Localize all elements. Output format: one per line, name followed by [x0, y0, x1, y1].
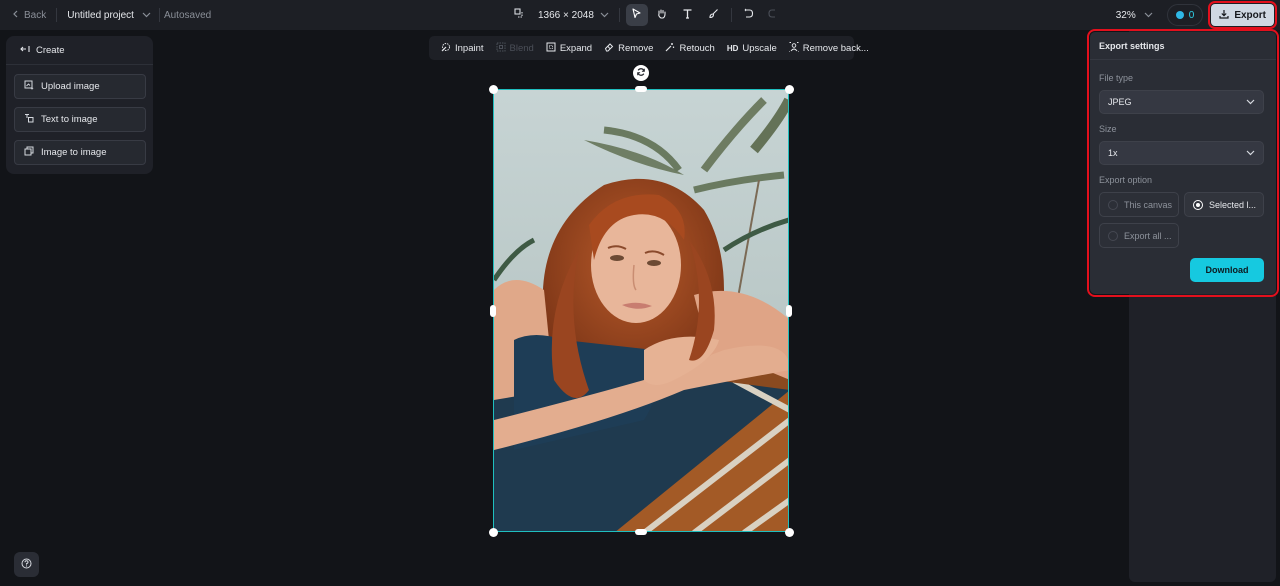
chevron-down-icon — [1246, 148, 1255, 158]
portrait-photo — [494, 90, 788, 531]
size-select[interactable]: 1x — [1099, 141, 1264, 165]
export-button[interactable]: Export — [1208, 1, 1277, 29]
remove-button[interactable]: Remove — [598, 36, 659, 60]
rotate-icon — [636, 64, 646, 82]
resize-handle-top-right[interactable] — [785, 85, 794, 94]
expand-icon — [546, 42, 556, 55]
undo-button[interactable] — [738, 4, 760, 26]
create-panel-title: Create — [36, 44, 65, 56]
divider — [730, 8, 732, 22]
image-to-image-button[interactable]: Image to image — [14, 140, 146, 165]
resize-handle-bottom-right[interactable] — [785, 528, 794, 537]
eraser-icon — [604, 42, 614, 55]
export-settings-title: Export settings — [1090, 32, 1276, 60]
blend-button[interactable]: Blend — [490, 36, 540, 60]
radio-icon — [1108, 199, 1118, 210]
resize-handle-bottom[interactable] — [635, 529, 647, 535]
help-icon — [21, 556, 32, 574]
magic-wand-icon — [665, 42, 675, 55]
collapse-left-icon — [20, 45, 30, 56]
cursor-arrow-icon — [631, 8, 642, 22]
divider — [158, 8, 160, 22]
file-type-select[interactable]: JPEG — [1099, 90, 1264, 114]
hand-tool[interactable] — [651, 4, 673, 26]
canvas-image[interactable] — [493, 89, 789, 532]
chevron-down-icon — [142, 10, 151, 21]
remove-background-icon — [789, 41, 799, 55]
resize-canvas-button[interactable] — [508, 4, 530, 26]
brush-tool[interactable] — [703, 4, 725, 26]
export-option-this-canvas[interactable]: This canvas — [1099, 192, 1179, 217]
create-panel: Create Upload image Text to image Image … — [6, 36, 153, 174]
resize-handle-top-left[interactable] — [489, 85, 498, 94]
redo-icon — [767, 8, 778, 22]
download-icon — [1219, 9, 1229, 22]
project-title-dropdown[interactable]: Untitled project — [67, 10, 151, 21]
text-tool[interactable] — [677, 4, 699, 26]
upscale-button[interactable]: HD Upscale — [721, 36, 783, 60]
text-to-image-icon — [24, 113, 34, 126]
export-settings-panel: Export settings File type JPEG Size 1x E… — [1087, 29, 1279, 297]
file-type-label: File type — [1099, 73, 1134, 83]
credits-count: 0 — [1188, 9, 1195, 21]
resize-handle-right[interactable] — [786, 305, 792, 317]
autosave-status: Autosaved — [163, 9, 212, 21]
chevron-left-icon — [12, 10, 20, 21]
export-option-selected-layers[interactable]: Selected l... — [1184, 192, 1264, 217]
brush-icon — [708, 8, 719, 22]
dimensions-dropdown[interactable]: 1366 × 2048 — [538, 10, 609, 21]
select-tool[interactable] — [625, 4, 648, 26]
divider — [618, 8, 620, 22]
radio-icon — [1108, 230, 1118, 241]
export-option-export-all[interactable]: Export all ... — [1099, 223, 1179, 248]
divider — [56, 8, 58, 22]
resize-handle-left[interactable] — [490, 305, 496, 317]
size-label: Size — [1099, 124, 1117, 134]
chevron-down-icon — [1246, 97, 1255, 107]
inpaint-icon — [441, 42, 451, 55]
blend-icon — [496, 42, 506, 55]
edit-toolbar: Inpaint Blend Expand Remove Retouch HD U… — [429, 36, 869, 60]
chevron-down-icon — [1144, 10, 1153, 21]
chevron-down-icon — [600, 10, 609, 21]
hand-icon — [656, 8, 667, 22]
text-icon — [682, 8, 693, 22]
canvas-dimensions: 1366 × 2048 — [538, 9, 594, 21]
upload-image-button[interactable]: Upload image — [14, 74, 146, 99]
upload-image-icon — [24, 80, 34, 93]
resize-handle-top[interactable] — [635, 86, 647, 92]
image-to-image-icon — [24, 146, 34, 159]
hd-icon: HD — [726, 43, 739, 53]
remove-background-button[interactable]: Remove back... — [783, 36, 875, 60]
credit-coin-icon — [1175, 11, 1184, 19]
redo-button[interactable] — [762, 4, 784, 26]
radio-selected-icon — [1193, 199, 1203, 210]
zoom-level-dropdown[interactable]: 32% — [1116, 10, 1153, 21]
help-button[interactable] — [14, 552, 39, 577]
rotate-handle[interactable] — [633, 65, 649, 81]
project-title: Untitled project — [67, 9, 134, 21]
expand-button[interactable]: Expand — [540, 36, 598, 60]
download-button[interactable]: Download — [1190, 258, 1264, 282]
inpaint-button[interactable]: Inpaint — [435, 36, 490, 60]
file-type-value: JPEG — [1108, 97, 1132, 107]
create-panel-header[interactable]: Create — [6, 36, 153, 65]
zoom-level: 32% — [1115, 9, 1136, 21]
resize-handle-bottom-left[interactable] — [489, 528, 498, 537]
export-option-label: Export option — [1099, 175, 1153, 185]
retouch-button[interactable]: Retouch — [659, 36, 720, 60]
back-button[interactable]: Back — [12, 10, 46, 21]
top-bar: Back Untitled project Autosaved 1366 × 2… — [0, 0, 1280, 30]
resize-icon — [513, 8, 525, 22]
text-to-image-button[interactable]: Text to image — [14, 107, 146, 132]
size-value: 1x — [1108, 148, 1118, 158]
undo-icon — [743, 8, 754, 22]
credits-badge[interactable]: 0 — [1166, 4, 1204, 26]
